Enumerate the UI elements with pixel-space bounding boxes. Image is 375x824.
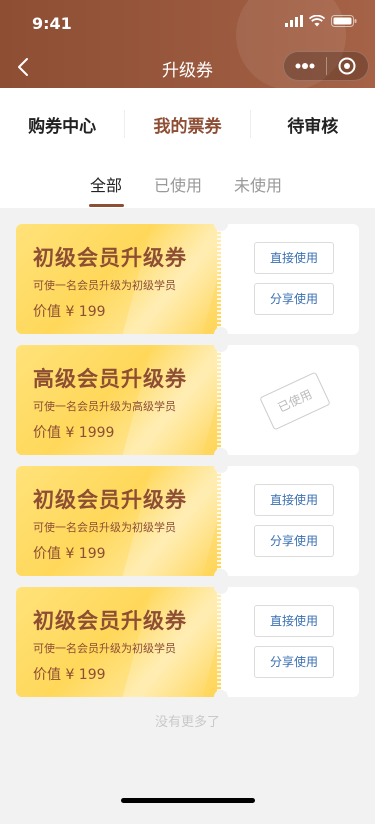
share-use-button[interactable]: 分享使用 <box>254 283 334 315</box>
coupon-notch <box>214 580 228 594</box>
coupon-card: 初级会员升级券 可使一名会员升级为初级学员 价值 ¥ 199 直接使用 分享使用 <box>16 459 359 583</box>
coupon-title: 初级会员升级券 <box>33 246 187 270</box>
use-now-button[interactable]: 直接使用 <box>254 242 334 274</box>
tab-buy-center[interactable]: 购券中心 <box>0 112 124 137</box>
coupon-stub <box>221 466 359 576</box>
subtab-all[interactable]: 全部 <box>90 172 122 196</box>
no-more-text: 没有更多了 <box>154 715 220 730</box>
coupon-card: 初级会员升级券 可使一名会员升级为初级学员 价值 ¥ 199 直接使用 分享使用 <box>16 580 359 704</box>
coupon-card: 初级会员升级券 可使一名会员升级为初级学员 价值 ¥ 199 直接使用 分享使用 <box>16 217 359 341</box>
battery-icon <box>331 15 357 27</box>
share-use-button[interactable]: 分享使用 <box>254 525 334 557</box>
use-now-button[interactable]: 直接使用 <box>254 605 334 637</box>
close-target-icon <box>338 57 356 75</box>
use-now-button[interactable]: 直接使用 <box>254 484 334 516</box>
coupon-title: 初级会员升级券 <box>33 609 187 633</box>
top-tabs: 购券中心 我的票券 待审核 <box>0 88 375 160</box>
more-button[interactable] <box>284 52 326 80</box>
home-indicator[interactable] <box>121 798 255 803</box>
coupon-notch <box>214 459 228 473</box>
coupon-price: 价值 ¥ 199 <box>33 304 106 320</box>
coupon-card: 高级会员升级券 可使一名会员升级为高级学员 价值 ¥ 1999 已使用 <box>16 338 359 462</box>
sub-tabs: 全部 已使用 未使用 <box>0 160 375 208</box>
coupon-price: 价值 ¥ 199 <box>33 667 106 683</box>
status-bar: 9:41 <box>0 0 375 44</box>
share-use-button[interactable]: 分享使用 <box>254 646 334 678</box>
coupon-price: 价值 ¥ 1999 <box>33 425 115 441</box>
coupon-title: 初级会员升级券 <box>33 488 187 512</box>
coupon-desc: 可使一名会员升级为高级学员 <box>33 400 176 413</box>
coupon-price: 价值 ¥ 199 <box>33 546 106 562</box>
coupon-stub <box>221 587 359 697</box>
coupon-notch <box>214 217 228 231</box>
tab-pending-review[interactable]: 待审核 <box>251 112 375 137</box>
coupon-notch <box>214 338 228 352</box>
coupon-desc: 可使一名会员升级为初级学员 <box>33 279 176 292</box>
status-time: 9:41 <box>32 14 72 33</box>
header: 9:41 升级券 <box>0 0 375 88</box>
more-dots-icon <box>295 63 315 69</box>
coupon-desc: 可使一名会员升级为初级学员 <box>33 521 176 534</box>
tab-my-coupons[interactable]: 我的票券 <box>125 112 249 137</box>
subtab-used[interactable]: 已使用 <box>154 172 202 196</box>
coupon-title: 高级会员升级券 <box>33 367 187 391</box>
subtab-unused[interactable]: 未使用 <box>234 172 282 196</box>
close-button[interactable] <box>327 52 369 80</box>
coupon-notch <box>214 690 228 704</box>
coupon-stub <box>221 224 359 334</box>
coupon-desc: 可使一名会员升级为初级学员 <box>33 642 176 655</box>
mini-program-capsule <box>283 51 369 81</box>
signal-icon <box>285 15 303 27</box>
active-tab-indicator <box>89 204 124 207</box>
status-icons <box>285 15 357 27</box>
wifi-icon <box>309 15 325 27</box>
